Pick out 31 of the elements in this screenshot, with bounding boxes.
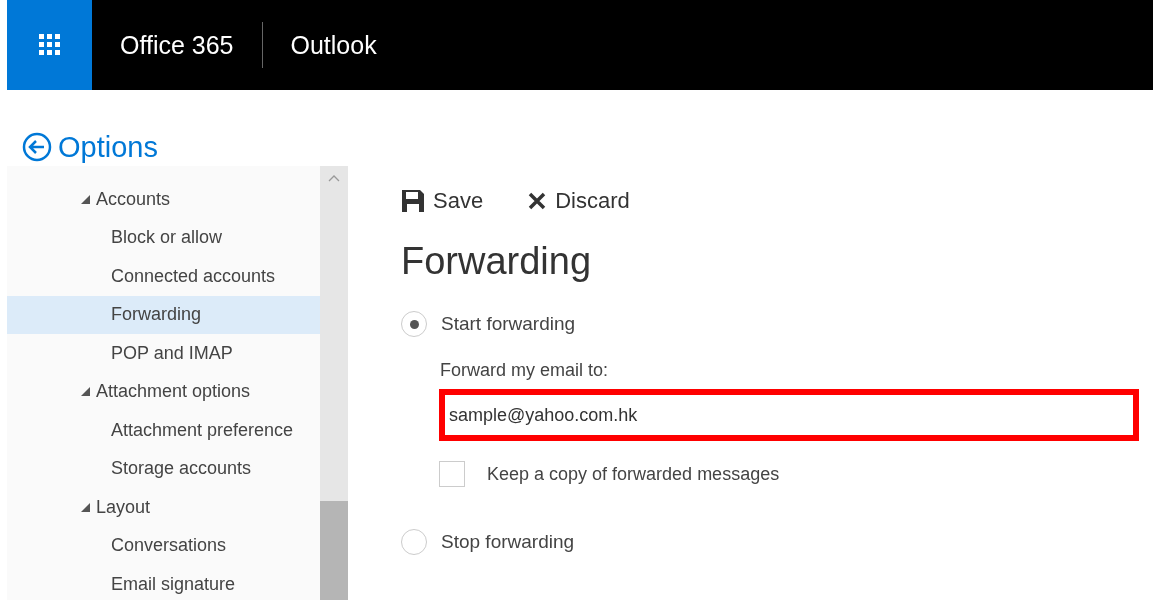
sidebar-group[interactable]: Layout (7, 488, 320, 527)
grid-icon (38, 34, 61, 56)
options-title: Options (58, 130, 158, 164)
app-title: Outlook (289, 30, 378, 60)
email-input-field[interactable]: sample@yahoo.com.hk (439, 389, 1139, 441)
scrollbar-thumb[interactable] (320, 501, 348, 600)
sidebar-item[interactable]: Block or allow (7, 218, 320, 257)
sidebar-item[interactable]: Conversations (7, 526, 320, 565)
checkbox-label: Keep a copy of forwarded messages (487, 463, 780, 485)
save-button[interactable]: Save (401, 188, 484, 214)
app-launcher-button[interactable] (7, 0, 92, 90)
discard-button[interactable]: Discard (527, 188, 630, 214)
sidebar-item[interactable]: Forwarding (7, 295, 320, 334)
sidebar-item[interactable]: Email signature (7, 565, 320, 604)
sidebar-item[interactable]: Connected accounts (7, 257, 320, 296)
radio-label: Start forwarding (441, 313, 576, 335)
sidebar-item[interactable]: Storage accounts (7, 449, 320, 488)
radio-label: Stop forwarding (441, 531, 575, 553)
sidebar-group-label: Accounts (96, 188, 171, 210)
sidebar-item[interactable]: Attachment preference (7, 411, 320, 450)
sidebar-group[interactable]: Attachment options (7, 372, 320, 411)
field-label: Forward my email to: (440, 360, 610, 381)
sidebar-item[interactable]: POP and IMAP (7, 334, 320, 373)
scrollbar[interactable] (320, 166, 348, 600)
sidebar-group-label: Attachment options (96, 381, 251, 403)
checkbox[interactable] (439, 461, 465, 487)
brand-title: Office 365 (119, 30, 235, 60)
sidebar-group[interactable]: Accounts (7, 180, 320, 219)
sidebar-group-label: Layout (96, 496, 151, 518)
page-heading: Forwarding (401, 240, 593, 283)
close-icon (527, 191, 548, 211)
